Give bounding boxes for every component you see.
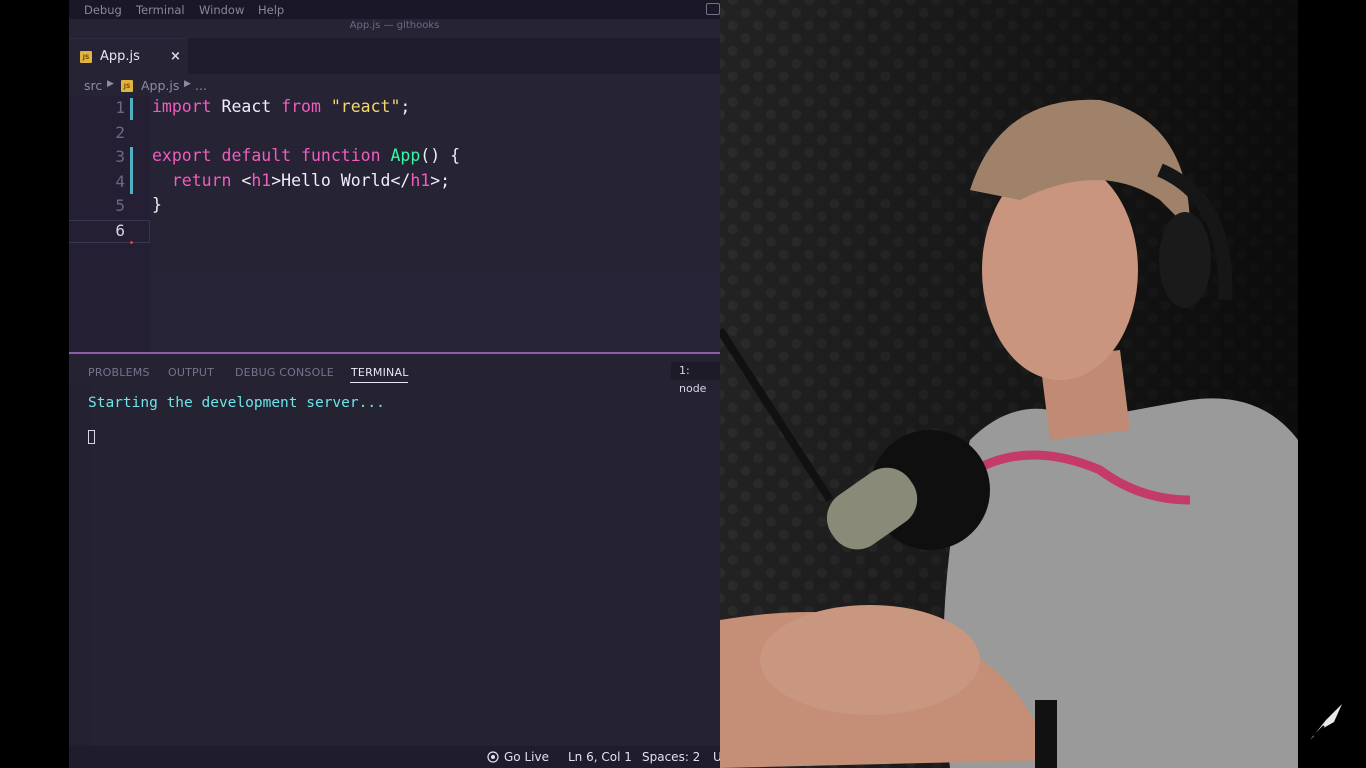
encoding-setting[interactable]: U [713,750,720,764]
code-token: App [390,146,421,165]
line-number: 5 [115,196,125,215]
code-token: default [221,146,292,165]
code-token: ; [400,97,411,116]
code-token: React [211,97,282,116]
tab-problems[interactable]: PROBLEMS [88,366,150,379]
code-token: } [152,195,162,214]
code-line-5[interactable]: } [152,195,162,214]
editor-scroll-region [151,272,720,352]
tab-terminal[interactable]: TERMINAL [351,366,409,379]
screen-record-icon[interactable] [706,3,720,15]
breadcrumb-file[interactable]: App.js [141,78,179,93]
code-token: import [152,97,212,116]
javascript-file-icon: JS [80,51,92,63]
line-number-current: 6 [115,221,125,240]
code-token: export [152,146,212,165]
breadcrumb-folder[interactable]: src [84,78,102,93]
active-tab-indicator [350,382,408,383]
menu-bar: Debug Terminal Window Help [69,0,720,19]
code-token: >; [430,171,451,190]
code-token: >Hello World</ [271,171,411,190]
presenter-video [720,0,1298,768]
javascript-file-icon: JS [121,80,133,92]
tab-output[interactable]: OUTPUT [168,366,214,379]
error-marker-icon [130,241,133,244]
line-number: 2 [115,123,125,142]
terminal-output: Starting the development server... [88,395,385,411]
tab-debug-console[interactable]: DEBUG CONSOLE [235,366,334,379]
bottom-panel: PROBLEMS OUTPUT DEBUG CONSOLE TERMINAL 1… [69,352,720,748]
terminal-cursor [88,430,95,444]
channel-logo-icon [1310,704,1342,740]
line-number: 3 [115,147,125,166]
code-token: "react" [330,97,401,116]
webcam-feed [720,0,1298,768]
code-token: < [231,171,252,190]
code-line-4[interactable]: return <h1>Hello World</h1>; [152,171,450,190]
code-line-3[interactable]: export default function App() { [152,146,460,165]
menu-help[interactable]: Help [258,3,284,17]
git-change-indicator [130,147,133,194]
indentation-setting[interactable]: Spaces: 2 [642,750,700,764]
chevron-right-icon: ▶ [107,79,114,89]
menu-window[interactable]: Window [199,3,244,17]
menu-debug[interactable]: Debug [84,3,122,17]
code-token: return [171,171,232,190]
status-bar: Go Live Ln 6, Col 1 Spaces: 2 U [69,746,720,768]
broadcast-icon [487,751,499,763]
code-token: h1 [251,171,272,190]
line-number: 4 [115,172,125,191]
cursor-position[interactable]: Ln 6, Col 1 [568,750,632,764]
chevron-right-icon: ▶ [184,79,191,89]
code-line-1[interactable]: import React from "react"; [152,97,410,116]
breadcrumb: src ▶ JS App.js ▶ ... [69,76,720,96]
code-area[interactable]: 1 2 3 4 5 6 import React from "react"; e… [69,96,720,352]
tab-label: App.js [100,49,140,64]
git-change-indicator [130,98,133,120]
go-live-button[interactable]: Go Live [504,750,549,764]
editor-tab-strip: JS App.js × [69,38,720,75]
tab-app-js[interactable]: JS App.js × [69,38,188,75]
line-number: 1 [115,98,125,117]
code-token: () { [420,146,461,165]
menu-terminal[interactable]: Terminal [136,3,185,17]
code-token: function [301,146,381,165]
code-token: h1 [410,171,431,190]
code-editor-window: Debug Terminal Window Help App.js — gith… [69,0,720,768]
code-token: from [281,97,321,116]
terminal-select[interactable]: 1: node [671,362,720,395]
right-letterbox [1298,0,1366,768]
window-title: App.js — githooks [349,20,440,31]
breadcrumb-more[interactable]: ... [195,78,207,93]
close-icon[interactable]: × [170,49,181,64]
